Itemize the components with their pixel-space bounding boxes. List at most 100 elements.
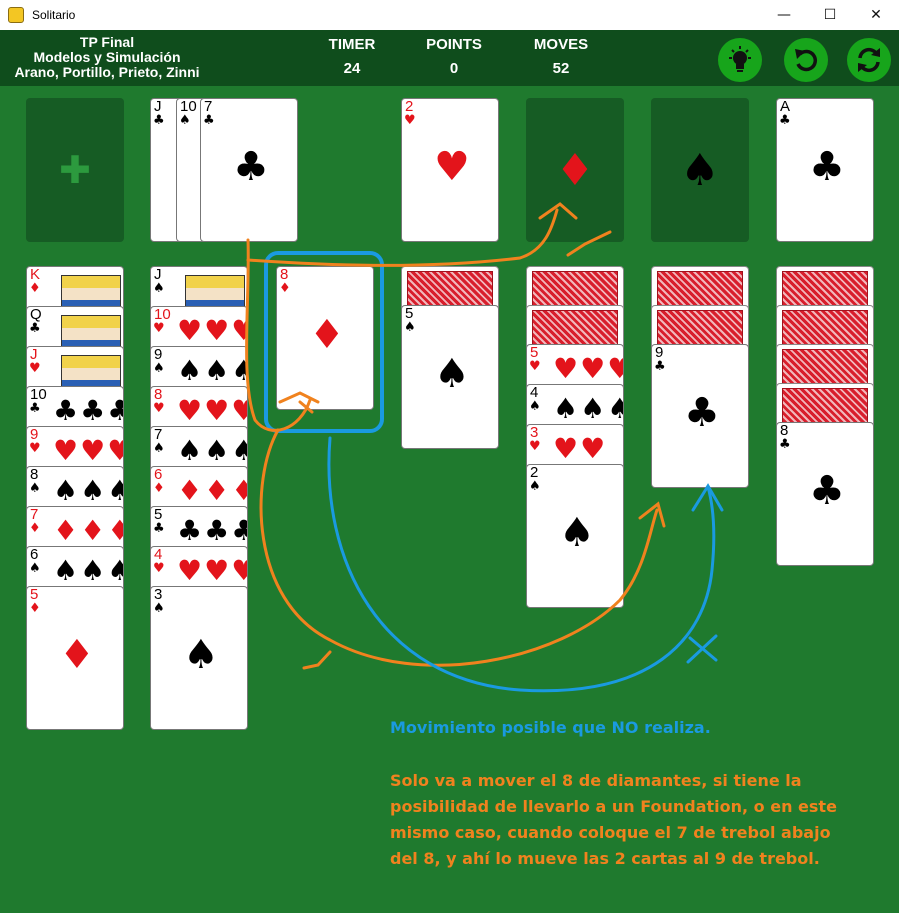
- card-pip: ♠: [434, 351, 470, 397]
- card-pip: ♦: [309, 312, 345, 358]
- card-suit: ♥: [153, 561, 165, 576]
- card-suit: ♥: [29, 361, 41, 376]
- card-pip: ♠♠♠: [553, 392, 623, 425]
- card-suit: ♦: [29, 521, 41, 536]
- waste-card[interactable]: 7 ♣ ♣: [200, 98, 298, 242]
- card-suit: ♠: [29, 481, 41, 496]
- card-suit: ♠: [179, 113, 191, 128]
- card-pip: ♦♦♦: [53, 514, 123, 547]
- game-header: TP Final Modelos y Simulación Arano, Por…: [0, 30, 899, 86]
- card-pip: ♥♥♥: [177, 314, 247, 347]
- hint-button[interactable]: [718, 38, 762, 82]
- card-suit: ♠: [153, 601, 165, 616]
- tableau-card[interactable]: 3 ♠ ♠: [150, 586, 248, 730]
- tableau-card[interactable]: 9 ♣ ♣: [651, 344, 749, 488]
- stock-pile[interactable]: ✚: [26, 98, 124, 242]
- card-pip: ♠♠♠: [53, 474, 123, 507]
- card-suit: ♣: [153, 521, 165, 536]
- card-pip: ♣♣♣: [177, 514, 247, 547]
- card-pip: ♦♦♦: [177, 474, 247, 507]
- card-suit: ♠: [29, 561, 41, 576]
- foundation-suit-icon: ♠: [680, 144, 720, 196]
- card-suit: ♦: [29, 281, 41, 296]
- card-suit: ♣: [29, 401, 41, 416]
- tableau-card[interactable]: 8 ♦ ♦: [276, 266, 374, 410]
- card-suit: ♥: [529, 359, 541, 374]
- foundation-card[interactable]: A ♣ ♣: [776, 98, 874, 242]
- points-stat: POINTS 0: [409, 36, 499, 77]
- card-suit: ♠: [153, 281, 165, 296]
- tableau-card[interactable]: 8 ♣ ♣: [776, 422, 874, 566]
- annotation-line: mismo caso, cuando coloque el 7 de trebo…: [390, 823, 831, 842]
- hint-icon: [729, 46, 751, 72]
- card-suit: ♣: [779, 437, 791, 452]
- foundation-suit-icon: ♦: [555, 144, 595, 196]
- card-pip: ♥♥♥: [177, 554, 247, 587]
- card-pip: ♠♠♠: [177, 434, 247, 467]
- card-suit: ♠: [529, 479, 541, 494]
- maximize-button[interactable]: ☐: [807, 0, 853, 30]
- card-suit: ♥: [153, 321, 165, 336]
- minimize-button[interactable]: —: [761, 0, 807, 30]
- subtitle-line: Modelos y Simulación: [33, 49, 181, 65]
- app-icon: [8, 7, 24, 23]
- card-suit: ♥: [404, 113, 416, 128]
- card-pip: ♣: [809, 144, 845, 190]
- title-line: TP Final: [79, 34, 135, 50]
- card-suit: ♦: [279, 281, 291, 296]
- project-title: TP Final Modelos y Simulación Arano, Por…: [6, 35, 208, 80]
- restart-button[interactable]: [847, 38, 891, 82]
- card-pip: ♥♥: [553, 432, 608, 465]
- card-suit: ♥: [29, 441, 41, 456]
- card-pip: ♠♠♠: [53, 554, 123, 587]
- card-pip: ♥♥♥: [553, 352, 623, 385]
- card-suit: ♣: [654, 359, 666, 374]
- card-pip: ♣: [684, 390, 720, 436]
- points-value: 0: [449, 60, 459, 77]
- card-suit: ♣: [203, 113, 215, 128]
- card-suit: ♣: [29, 321, 41, 336]
- tableau-card[interactable]: 5 ♠ ♠: [401, 305, 499, 449]
- tableau-card[interactable]: 5 ♦ ♦: [26, 586, 124, 730]
- card-suit: ♣: [779, 113, 791, 128]
- card-pip: ♥♥♥: [177, 394, 247, 427]
- foundation-slot[interactable]: ♦: [526, 98, 624, 242]
- undo-button[interactable]: [784, 38, 828, 82]
- restart-icon: [858, 47, 880, 73]
- annotation-line: del 8, y ahí lo mueve las 2 cartas al 9 …: [390, 849, 820, 868]
- annotation-line: posibilidad de llevarlo a un Foundation,…: [390, 797, 837, 816]
- window-title: Solitario: [32, 8, 76, 22]
- card-suit: ♦: [153, 481, 165, 496]
- card-pip: ♣: [233, 144, 269, 190]
- moves-value: 52: [552, 60, 570, 77]
- card-suit: ♠: [153, 361, 165, 376]
- tableau-card[interactable]: 2 ♠ ♠: [526, 464, 624, 608]
- annotation-orange-text: Solo va a mover el 8 de diamantes, si ti…: [390, 768, 860, 872]
- timer-label: TIMER: [328, 36, 376, 53]
- card-pip: ♠: [183, 632, 219, 678]
- card-suit: ♣: [153, 113, 165, 128]
- card-suit: ♦: [29, 601, 41, 616]
- card-pip: ♥: [434, 144, 470, 190]
- card-suit: ♠: [529, 399, 541, 414]
- card-pip: ♠: [559, 510, 595, 556]
- close-button[interactable]: ✕: [853, 0, 899, 30]
- moves-label: MOVES: [533, 36, 589, 53]
- card-pip: ♠♠♠: [177, 354, 247, 387]
- card-suit: ♥: [153, 401, 165, 416]
- card-suit: ♠: [404, 320, 416, 335]
- authors-line: Arano, Portillo, Prieto, Zinni: [14, 64, 200, 80]
- card-pip: ♣♣♣: [53, 394, 123, 427]
- annotation-blue-text: Movimiento posible que NO realiza.: [390, 718, 711, 737]
- annotation-line: Solo va a mover el 8 de diamantes, si ti…: [390, 771, 802, 790]
- foundation-slot[interactable]: ♠: [651, 98, 749, 242]
- stock-recycle-icon: ✚: [59, 148, 91, 192]
- foundation-card[interactable]: 2 ♥ ♥: [401, 98, 499, 242]
- timer-stat: TIMER 24: [307, 36, 397, 77]
- undo-icon: [795, 49, 817, 72]
- card-pip: ♦: [59, 632, 95, 678]
- timer-value: 24: [343, 60, 361, 77]
- card-pip: ♥♥♥: [53, 434, 123, 467]
- points-label: POINTS: [426, 36, 482, 53]
- moves-stat: MOVES 52: [516, 36, 606, 77]
